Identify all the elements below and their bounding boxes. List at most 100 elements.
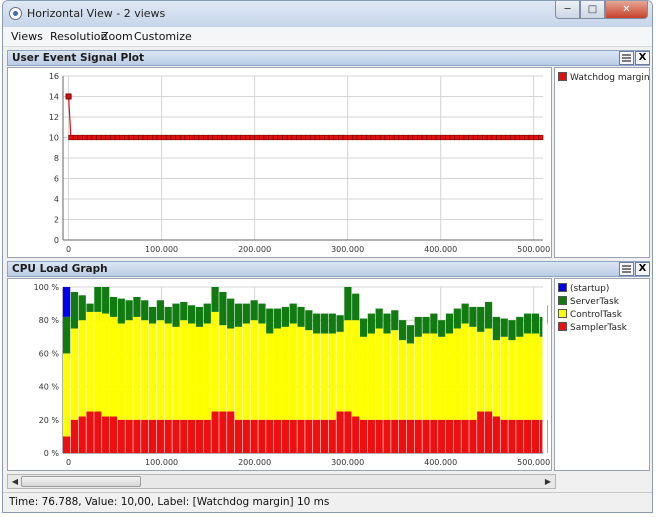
x-tick-label: 0 — [66, 245, 71, 254]
data-marker — [152, 134, 158, 141]
bar-segment — [164, 419, 172, 453]
bar-segment — [141, 419, 149, 453]
bar-segment — [289, 419, 297, 453]
bar-segment — [242, 419, 250, 453]
data-marker — [263, 134, 269, 141]
bar-segment — [367, 313, 375, 334]
bar-segment — [336, 411, 344, 453]
bar-segment — [352, 293, 360, 321]
bar-segment — [148, 323, 157, 420]
bar-segment — [148, 419, 157, 453]
bar-segment — [273, 328, 282, 420]
signal-legend-options-button[interactable] — [619, 51, 634, 65]
bar-segment — [109, 416, 118, 453]
bar-segment — [172, 419, 180, 453]
data-marker — [142, 134, 148, 141]
data-marker — [235, 134, 241, 141]
bar-segment — [414, 419, 422, 453]
bar-segment — [414, 336, 422, 420]
data-marker — [486, 134, 493, 141]
bar-segment — [266, 419, 274, 453]
bar-segment — [453, 308, 461, 329]
menu-views[interactable]: Views — [11, 30, 43, 43]
data-marker — [161, 134, 167, 141]
scroll-thumb[interactable] — [21, 476, 141, 487]
data-marker — [459, 134, 465, 141]
bar-segment — [547, 419, 548, 453]
data-marker — [431, 134, 437, 141]
bar-segment — [344, 411, 352, 453]
data-marker — [314, 134, 321, 141]
data-marker — [65, 93, 72, 100]
horizontal-scrollbar[interactable]: ◀ ▶ — [7, 474, 556, 489]
bar-segment — [133, 419, 141, 453]
x-tick-label: 0 — [66, 458, 71, 467]
data-marker — [440, 134, 446, 141]
cpu-plot-area[interactable]: 0 % 20 % 40 % 60 % 80 % 100 % 0 100.000 200.000 3… — [7, 278, 650, 471]
bar-segment — [227, 411, 235, 453]
data-marker — [272, 134, 279, 141]
bar-segment — [453, 419, 461, 453]
bar-segment — [242, 303, 250, 324]
cpu-chart: 0 % 20 % 40 % 60 % 80 % 100 % 0 100.000 200.000 3… — [34, 283, 650, 467]
title-bar[interactable]: Horizontal View - 2 views ─ □ ✕ — [3, 1, 652, 27]
bar-segment — [492, 316, 500, 341]
data-marker — [403, 134, 409, 141]
bar-segment — [359, 318, 368, 337]
menu-zoom[interactable]: Zoom — [101, 30, 133, 43]
data-marker — [528, 134, 534, 141]
bar-segment — [320, 313, 329, 334]
y-tick-label: 10 — [49, 134, 59, 143]
cpu-panel-title: CPU Load Graph — [12, 263, 108, 275]
y-tick-label: 80 % — [39, 316, 60, 325]
data-marker — [184, 134, 190, 141]
bar-segment — [336, 315, 344, 332]
data-marker — [468, 134, 474, 141]
data-marker — [217, 134, 223, 141]
bar-segment — [344, 320, 352, 412]
bar-segment — [86, 303, 94, 312]
bar-segment — [63, 287, 71, 317]
x-tick-label: 100.000 — [145, 245, 178, 254]
legend-swatch-watchdog — [558, 72, 567, 81]
bar-segment — [313, 313, 321, 334]
scroll-right-icon[interactable]: ▶ — [542, 476, 554, 488]
bar-segment — [500, 336, 508, 420]
data-marker — [375, 134, 381, 141]
data-marker — [379, 134, 386, 141]
cpu-panel-close-button[interactable]: X — [635, 262, 650, 276]
bar-segment — [399, 419, 407, 453]
data-marker — [347, 134, 353, 141]
bar-segment — [477, 306, 485, 332]
data-marker — [170, 134, 176, 141]
data-marker — [249, 134, 255, 141]
minimize-button[interactable]: ─ — [555, 1, 580, 19]
bar-segment — [234, 419, 243, 453]
bar-segment — [195, 306, 204, 327]
bar-segment — [516, 419, 524, 453]
bar-segment — [227, 298, 235, 329]
bar-segment — [258, 303, 266, 324]
bar-segment — [125, 300, 133, 321]
data-marker — [245, 134, 251, 141]
y-tick-label: 40 % — [39, 383, 60, 392]
data-marker — [310, 134, 316, 141]
close-icon: ✕ — [622, 4, 631, 15]
scroll-left-icon[interactable]: ◀ — [9, 476, 21, 488]
menu-customize[interactable]: Customize — [134, 30, 192, 43]
bar-segment — [469, 419, 477, 453]
bar-segment — [195, 326, 204, 420]
signal-legend: Watchdog margin — [554, 67, 650, 258]
bar-segment — [281, 419, 290, 453]
panel-close-icon: X — [638, 52, 647, 63]
bar-segment — [399, 320, 407, 341]
cpu-legend-options-button[interactable] — [619, 262, 634, 276]
close-button[interactable]: ✕ — [605, 1, 648, 19]
bar-segment — [78, 295, 86, 321]
bar-segment — [320, 419, 329, 453]
signal-plot-area[interactable]: 0 2 4 6 8 10 12 14 16 0 100.000 200.000 300.000 400.0… — [7, 67, 552, 258]
data-marker — [86, 134, 93, 141]
maximize-button[interactable]: □ — [580, 1, 605, 19]
menu-resolution[interactable]: Resolution — [50, 30, 107, 43]
signal-panel-close-button[interactable]: X — [635, 51, 650, 65]
